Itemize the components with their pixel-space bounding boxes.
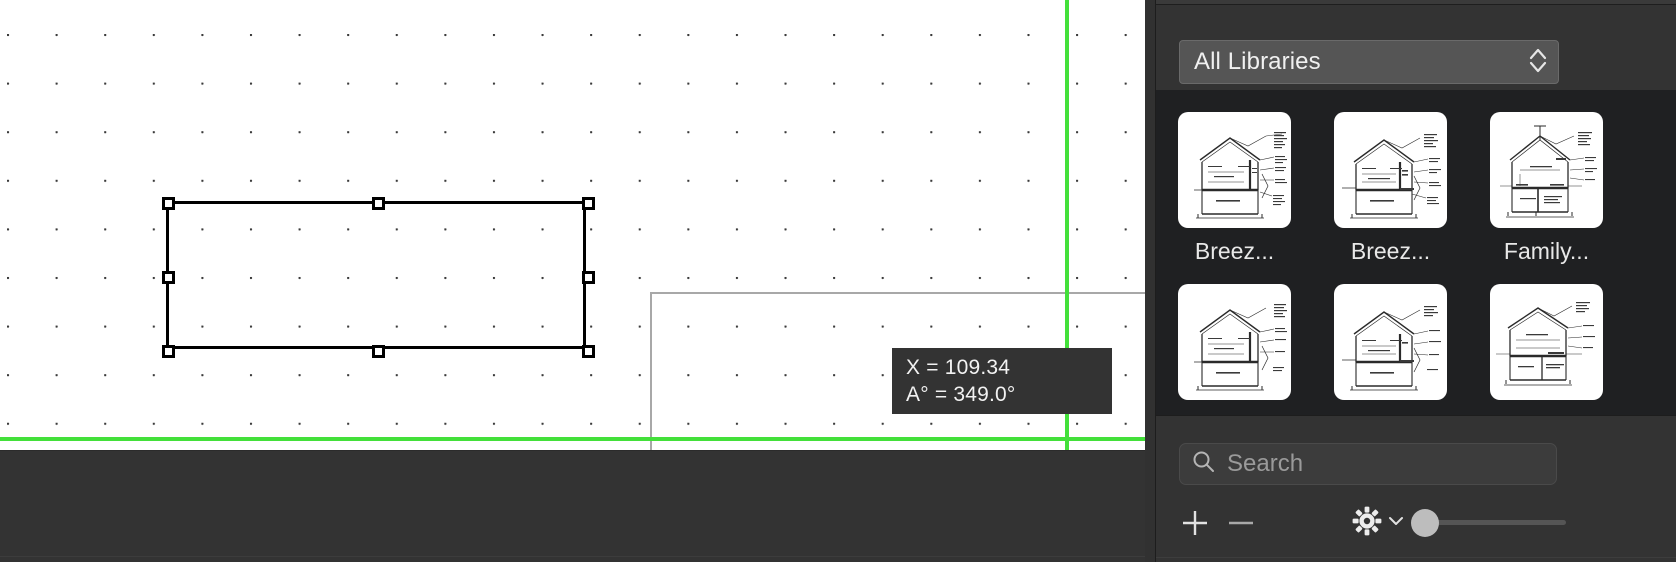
resize-handle-top-center[interactable] bbox=[372, 197, 385, 210]
resize-handle-bottom-left[interactable] bbox=[162, 345, 175, 358]
library-item[interactable]: Family... bbox=[1490, 112, 1624, 265]
selected-rectangle-shape[interactable] bbox=[162, 197, 595, 358]
gear-icon bbox=[1352, 506, 1382, 541]
library-selector-dropdown[interactable]: All Libraries bbox=[1179, 40, 1559, 84]
house-section-drawing[interactable] bbox=[1334, 284, 1447, 400]
house-section-drawing[interactable] bbox=[1334, 112, 1447, 228]
library-tools-row bbox=[1156, 502, 1676, 552]
house-section-drawing[interactable] bbox=[1178, 284, 1291, 400]
library-item-label: Family... bbox=[1503, 238, 1590, 264]
house-section-drawing[interactable] bbox=[1490, 284, 1603, 400]
remove-library-button[interactable] bbox=[1224, 506, 1258, 540]
library-item[interactable]: Breez... bbox=[1178, 112, 1312, 265]
horizontal-snap-guide bbox=[0, 437, 1169, 441]
thumbnail-size-slider[interactable] bbox=[1411, 509, 1566, 537]
library-item-label: Breez... bbox=[1194, 238, 1275, 264]
slider-knob[interactable] bbox=[1411, 509, 1439, 537]
drawing-canvas-region[interactable] bbox=[0, 0, 1169, 562]
panel-left-gutter bbox=[1145, 0, 1156, 562]
panel-bottom-divider bbox=[1156, 557, 1676, 558]
library-item[interactable] bbox=[1178, 284, 1312, 410]
library-settings-menu[interactable] bbox=[1352, 506, 1406, 541]
library-item[interactable]: Breez... bbox=[1334, 112, 1468, 265]
add-library-button[interactable] bbox=[1178, 506, 1212, 540]
resize-handle-middle-left[interactable] bbox=[162, 271, 175, 284]
resize-handle-bottom-right[interactable] bbox=[582, 345, 595, 358]
library-item[interactable] bbox=[1490, 284, 1624, 410]
house-section-drawing[interactable] bbox=[1178, 112, 1291, 228]
chevron-down-icon bbox=[1386, 511, 1406, 536]
stepper-updown-icon[interactable] bbox=[1527, 43, 1549, 82]
house-section-drawing[interactable] bbox=[1490, 112, 1603, 228]
library-item-label: Breez... bbox=[1350, 238, 1431, 264]
resize-handle-top-right[interactable] bbox=[582, 197, 595, 210]
search-input[interactable]: Search bbox=[1179, 443, 1557, 485]
coordinate-tooltip: X = 109.34 A° = 349.0° bbox=[892, 348, 1112, 414]
resize-handle-middle-right[interactable] bbox=[582, 271, 595, 284]
canvas-bottom-bar bbox=[0, 450, 1169, 562]
resize-handle-bottom-center[interactable] bbox=[372, 345, 385, 358]
library-panel-content: All Libraries Breez... Breez... Family..… bbox=[1156, 0, 1676, 562]
library-thumbnail-grid[interactable]: Breez... Breez... Family... bbox=[1156, 90, 1676, 415]
library-selector-section: All Libraries bbox=[1156, 5, 1676, 91]
search-icon bbox=[1191, 449, 1216, 479]
library-panel: All Libraries Breez... Breez... Family..… bbox=[1145, 0, 1676, 562]
library-grid-row bbox=[1156, 284, 1676, 410]
tooltip-x-value: X = 109.34 bbox=[906, 356, 1011, 379]
search-placeholder: Search bbox=[1227, 450, 1304, 477]
library-panel-footer: Search bbox=[1156, 415, 1676, 562]
library-item[interactable] bbox=[1334, 284, 1468, 410]
tooltip-angle-value: A° = 349.0° bbox=[906, 383, 1016, 406]
library-selector-value: All Libraries bbox=[1194, 48, 1321, 75]
library-grid-row: Breez... Breez... Family... bbox=[1156, 112, 1676, 265]
application-window: X = 109.34 A° = 349.0° All Libraries Bre… bbox=[0, 0, 1676, 562]
resize-handle-top-left[interactable] bbox=[162, 197, 175, 210]
